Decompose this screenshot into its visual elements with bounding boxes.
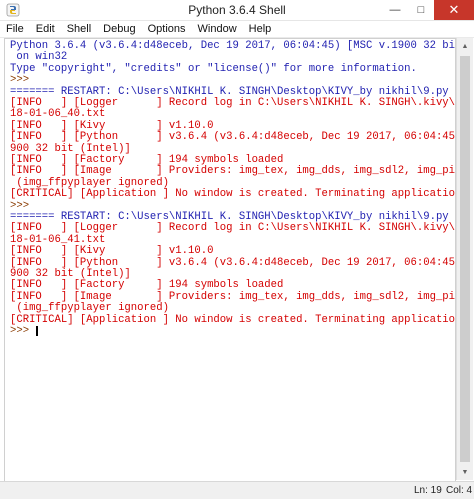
shell-output-line: 18-01-06_40.txt [10, 108, 106, 121]
shell-output-line: [INFO ] [Logger ] Record log in C:\Users… [10, 222, 456, 235]
maximize-button[interactable]: □ [408, 0, 434, 20]
vertical-scrollbar[interactable]: ▲ ▼ [456, 38, 473, 480]
menu-shell[interactable]: Shell [61, 23, 97, 35]
menu-options[interactable]: Options [142, 23, 192, 35]
title-bar: Python 3.6.4 Shell — □ ✕ [0, 0, 474, 21]
menu-file[interactable]: File [0, 23, 30, 35]
menu-help[interactable]: Help [243, 23, 278, 35]
shell-prompt: >>> [10, 325, 36, 337]
shell-prompt: >>> [10, 199, 36, 212]
scroll-down-arrow-icon[interactable]: ▼ [457, 464, 473, 480]
shell-output-line: [INFO ] [Python ] v3.6.4 (v3.6.4:d48eceb… [10, 256, 456, 269]
shell-output-line: 18-01-06_41.txt [10, 233, 106, 246]
menu-bar: File Edit Shell Debug Options Window Hel… [0, 21, 474, 38]
shell-output-line: on win32 [10, 51, 68, 64]
shell-output-line: (img_ffpyplayer ignored) [10, 176, 169, 189]
menu-edit[interactable]: Edit [30, 23, 61, 35]
shell-prompt: >>> [10, 74, 36, 87]
shell-output-line: [INFO ] [Kivy ] v1.10.0 [10, 245, 214, 258]
status-column-number: Col: 4 [446, 485, 473, 496]
shell-output-line: [INFO ] [Image ] Providers: img_tex, img… [10, 290, 456, 303]
text-cursor [36, 326, 38, 336]
shell-output-line: [CRITICAL] [Application ] No window is c… [10, 188, 456, 201]
shell-output-line: 900 32 bit (Intel)] [10, 142, 131, 155]
shell-output-line: Type "copyright", "credits" or "license(… [10, 62, 417, 75]
shell-output-line: 900 32 bit (Intel)] [10, 268, 131, 280]
shell-output-line: ======= RESTART: C:\Users\NIKHIL K. SING… [10, 85, 456, 98]
minimize-button[interactable]: — [382, 0, 408, 20]
shell-output-line: [INFO ] [Factory ] 194 symbols loaded [10, 154, 284, 166]
shell-output-line: (img_ffpyplayer ignored) [10, 302, 169, 315]
menu-window[interactable]: Window [192, 23, 243, 35]
shell-output-line: [INFO ] [Kivy ] v1.10.0 [10, 119, 214, 132]
shell-output-line: [INFO ] [Image ] Providers: img_tex, img… [10, 165, 456, 178]
close-button[interactable]: ✕ [434, 0, 474, 20]
scroll-up-arrow-icon[interactable]: ▲ [457, 38, 473, 54]
shell-output-line: [INFO ] [Python ] v3.6.4 (v3.6.4:d48eceb… [10, 131, 456, 144]
status-bar: Ln: 19 Col: 4 [0, 481, 474, 499]
scrollbar-thumb[interactable] [460, 56, 470, 462]
shell-output-line: ======= RESTART: C:\Users\NIKHIL K. SING… [10, 211, 456, 223]
shell-output-line: [INFO ] [Logger ] Record log in C:\Users… [10, 97, 456, 109]
shell-output-line: [INFO ] [Factory ] 194 symbols loaded [10, 279, 284, 292]
shell-output-line: [CRITICAL] [Application ] No window is c… [10, 313, 456, 326]
shell-output-area[interactable]: Python 3.6.4 (v3.6.4:d48eceb, Dec 19 201… [4, 38, 456, 482]
shell-output-line: Python 3.6.4 (v3.6.4:d48eceb, Dec 19 201… [10, 40, 456, 52]
menu-debug[interactable]: Debug [97, 23, 141, 35]
status-line-number: Ln: 19 [414, 485, 442, 496]
